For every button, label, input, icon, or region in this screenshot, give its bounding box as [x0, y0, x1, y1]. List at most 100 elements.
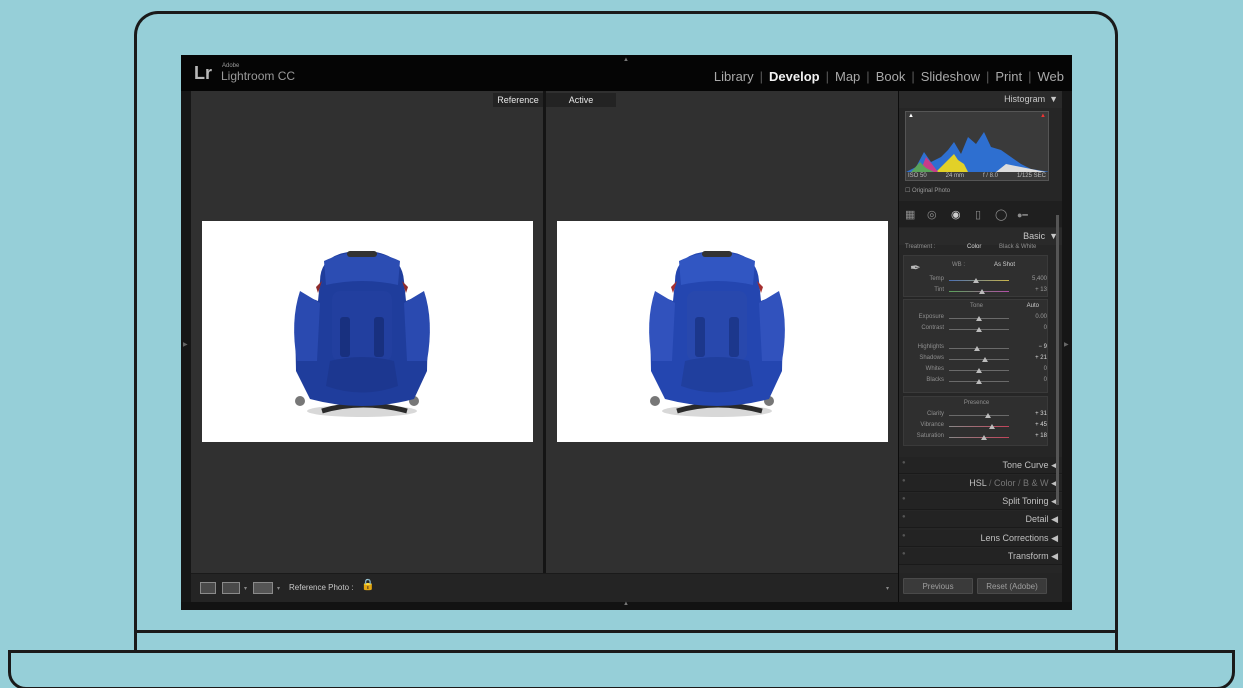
highlight-clipping-icon[interactable]: ▲: [1040, 113, 1046, 119]
slider-knob[interactable]: [973, 278, 979, 283]
toggle-icon[interactable]: ●: [902, 546, 906, 563]
toggle-icon[interactable]: ●: [902, 509, 906, 526]
toolbar-menu-icon[interactable]: ▾: [886, 585, 889, 592]
histogram[interactable]: ▲ ▲: [905, 111, 1049, 181]
spot-removal-icon[interactable]: ◎: [927, 208, 937, 221]
hsl-header[interactable]: ● HSL / Color / B & W ◀: [899, 475, 1062, 492]
slider-knob[interactable]: [976, 327, 982, 332]
eyedropper-icon[interactable]: ✒: [910, 260, 921, 276]
adjustment-brush-icon[interactable]: ●━: [1017, 210, 1028, 221]
slider-track[interactable]: [949, 413, 1009, 418]
toggle-icon[interactable]: ●: [902, 473, 906, 490]
wb-dropdown[interactable]: As Shot: [994, 262, 1015, 268]
tint-slider[interactable]: Tint + 13: [904, 287, 1049, 297]
shadows-slider[interactable]: Shadows + 21: [904, 355, 1049, 365]
module-map[interactable]: Map: [835, 69, 860, 84]
slider-track[interactable]: [949, 278, 1009, 283]
red-eye-icon[interactable]: ◉: [951, 208, 961, 221]
slider-value[interactable]: − 9: [1027, 344, 1047, 350]
detail-header[interactable]: ● Detail ◀: [899, 511, 1062, 528]
slider-value[interactable]: + 21: [1027, 355, 1047, 361]
slider-track[interactable]: [949, 316, 1009, 321]
slider-value[interactable]: 0: [1027, 377, 1047, 383]
slider-knob[interactable]: [979, 289, 985, 294]
temp-slider[interactable]: Temp 5,400: [904, 276, 1049, 286]
module-library[interactable]: Library: [714, 69, 754, 84]
slider-value[interactable]: 0.00: [1027, 314, 1047, 320]
slider-knob[interactable]: [985, 413, 991, 418]
slider-value[interactable]: 0: [1027, 366, 1047, 372]
slider-knob[interactable]: [980, 435, 987, 440]
radial-filter-icon[interactable]: ◯: [995, 208, 1007, 221]
tone-auto-button[interactable]: Auto: [1027, 303, 1039, 309]
module-develop[interactable]: Develop: [769, 69, 820, 84]
module-book[interactable]: Book: [876, 69, 906, 84]
blacks-slider[interactable]: Blacks 0: [904, 377, 1049, 387]
left-panel-edge[interactable]: ▶: [181, 91, 191, 610]
color-tab[interactable]: Color: [994, 478, 1016, 488]
slider-value[interactable]: + 45: [1027, 422, 1047, 428]
slider-value[interactable]: + 13: [1027, 287, 1047, 293]
toggle-icon[interactable]: ●: [902, 528, 906, 545]
view-dropdown-icon[interactable]: ▾: [244, 585, 247, 592]
slider-knob[interactable]: [982, 357, 988, 362]
tone-curve-header[interactable]: ● Tone Curve ◀: [899, 457, 1062, 474]
previous-button[interactable]: Previous: [903, 578, 973, 594]
whites-slider[interactable]: Whites 0: [904, 366, 1049, 376]
slider-track[interactable]: [949, 327, 1009, 332]
lock-icon[interactable]: 🔒: [361, 578, 375, 591]
slider-track[interactable]: [949, 435, 1009, 440]
slider-track[interactable]: [949, 346, 1009, 351]
slider-knob[interactable]: [976, 316, 982, 321]
slider-knob[interactable]: [976, 368, 982, 373]
slider-knob[interactable]: [989, 424, 996, 429]
panel-scrollbar[interactable]: [1056, 215, 1059, 505]
histogram-header[interactable]: Histogram ▼: [899, 91, 1062, 108]
toggle-icon[interactable]: ●: [902, 491, 906, 508]
before-after-view-button[interactable]: [222, 582, 240, 594]
module-web[interactable]: Web: [1038, 69, 1065, 84]
hsl-tab[interactable]: HSL: [969, 478, 986, 488]
vibrance-slider[interactable]: Vibrance + 45: [904, 422, 1049, 432]
lens-corrections-header[interactable]: ● Lens Corrections ◀: [899, 530, 1062, 547]
swap-button[interactable]: [253, 582, 273, 594]
clarity-slider[interactable]: Clarity + 31: [904, 411, 1049, 421]
active-photo[interactable]: [557, 221, 888, 442]
slider-knob[interactable]: [976, 379, 982, 384]
contrast-slider[interactable]: Contrast 0: [904, 325, 1049, 335]
bw-tab[interactable]: B & W: [1023, 478, 1049, 488]
reset-button[interactable]: Reset (Adobe): [977, 578, 1047, 594]
slider-track[interactable]: [949, 357, 1009, 362]
module-slideshow[interactable]: Slideshow: [921, 69, 980, 84]
slider-knob[interactable]: [973, 346, 980, 351]
filmstrip-edge[interactable]: ▲: [181, 601, 1072, 610]
crop-icon[interactable]: ▦: [905, 208, 915, 221]
graduated-filter-icon[interactable]: ▯: [975, 208, 981, 221]
original-photo-checkbox[interactable]: ☐ Original Photo: [905, 187, 950, 194]
highlights-slider[interactable]: Highlights − 9: [904, 344, 1049, 354]
slider-track[interactable]: [949, 424, 1009, 429]
treatment-color-option[interactable]: Color: [967, 244, 981, 250]
split-toning-header[interactable]: ● Split Toning ◀: [899, 493, 1062, 510]
loupe-view-button[interactable]: [200, 582, 216, 594]
toggle-icon[interactable]: ●: [902, 455, 906, 472]
right-panel-toggle-icon[interactable]: ▶: [1064, 341, 1069, 348]
slider-track[interactable]: [949, 379, 1009, 384]
right-panel-edge[interactable]: ▶: [1062, 91, 1072, 610]
shadow-clipping-icon[interactable]: ▲: [908, 113, 914, 119]
bottom-panel-toggle-icon[interactable]: ▲: [623, 601, 629, 607]
module-print[interactable]: Print: [995, 69, 1022, 84]
slider-value[interactable]: 0: [1027, 325, 1047, 331]
reference-photo[interactable]: [202, 221, 533, 442]
exposure-slider[interactable]: Exposure 0.00: [904, 314, 1049, 324]
slider-value[interactable]: + 31: [1027, 411, 1047, 417]
top-panel-toggle-icon[interactable]: ▲: [623, 57, 629, 63]
slider-track[interactable]: [949, 289, 1009, 294]
copy-dropdown-icon[interactable]: ▾: [277, 585, 280, 592]
slider-track[interactable]: [949, 368, 1009, 373]
slider-value[interactable]: 5,400: [1027, 276, 1047, 282]
transform-header[interactable]: ● Transform ◀: [899, 548, 1062, 565]
slider-value[interactable]: + 18: [1027, 433, 1047, 439]
treatment-bw-option[interactable]: Black & White: [999, 244, 1036, 250]
left-panel-toggle-icon[interactable]: ▶: [183, 341, 188, 348]
